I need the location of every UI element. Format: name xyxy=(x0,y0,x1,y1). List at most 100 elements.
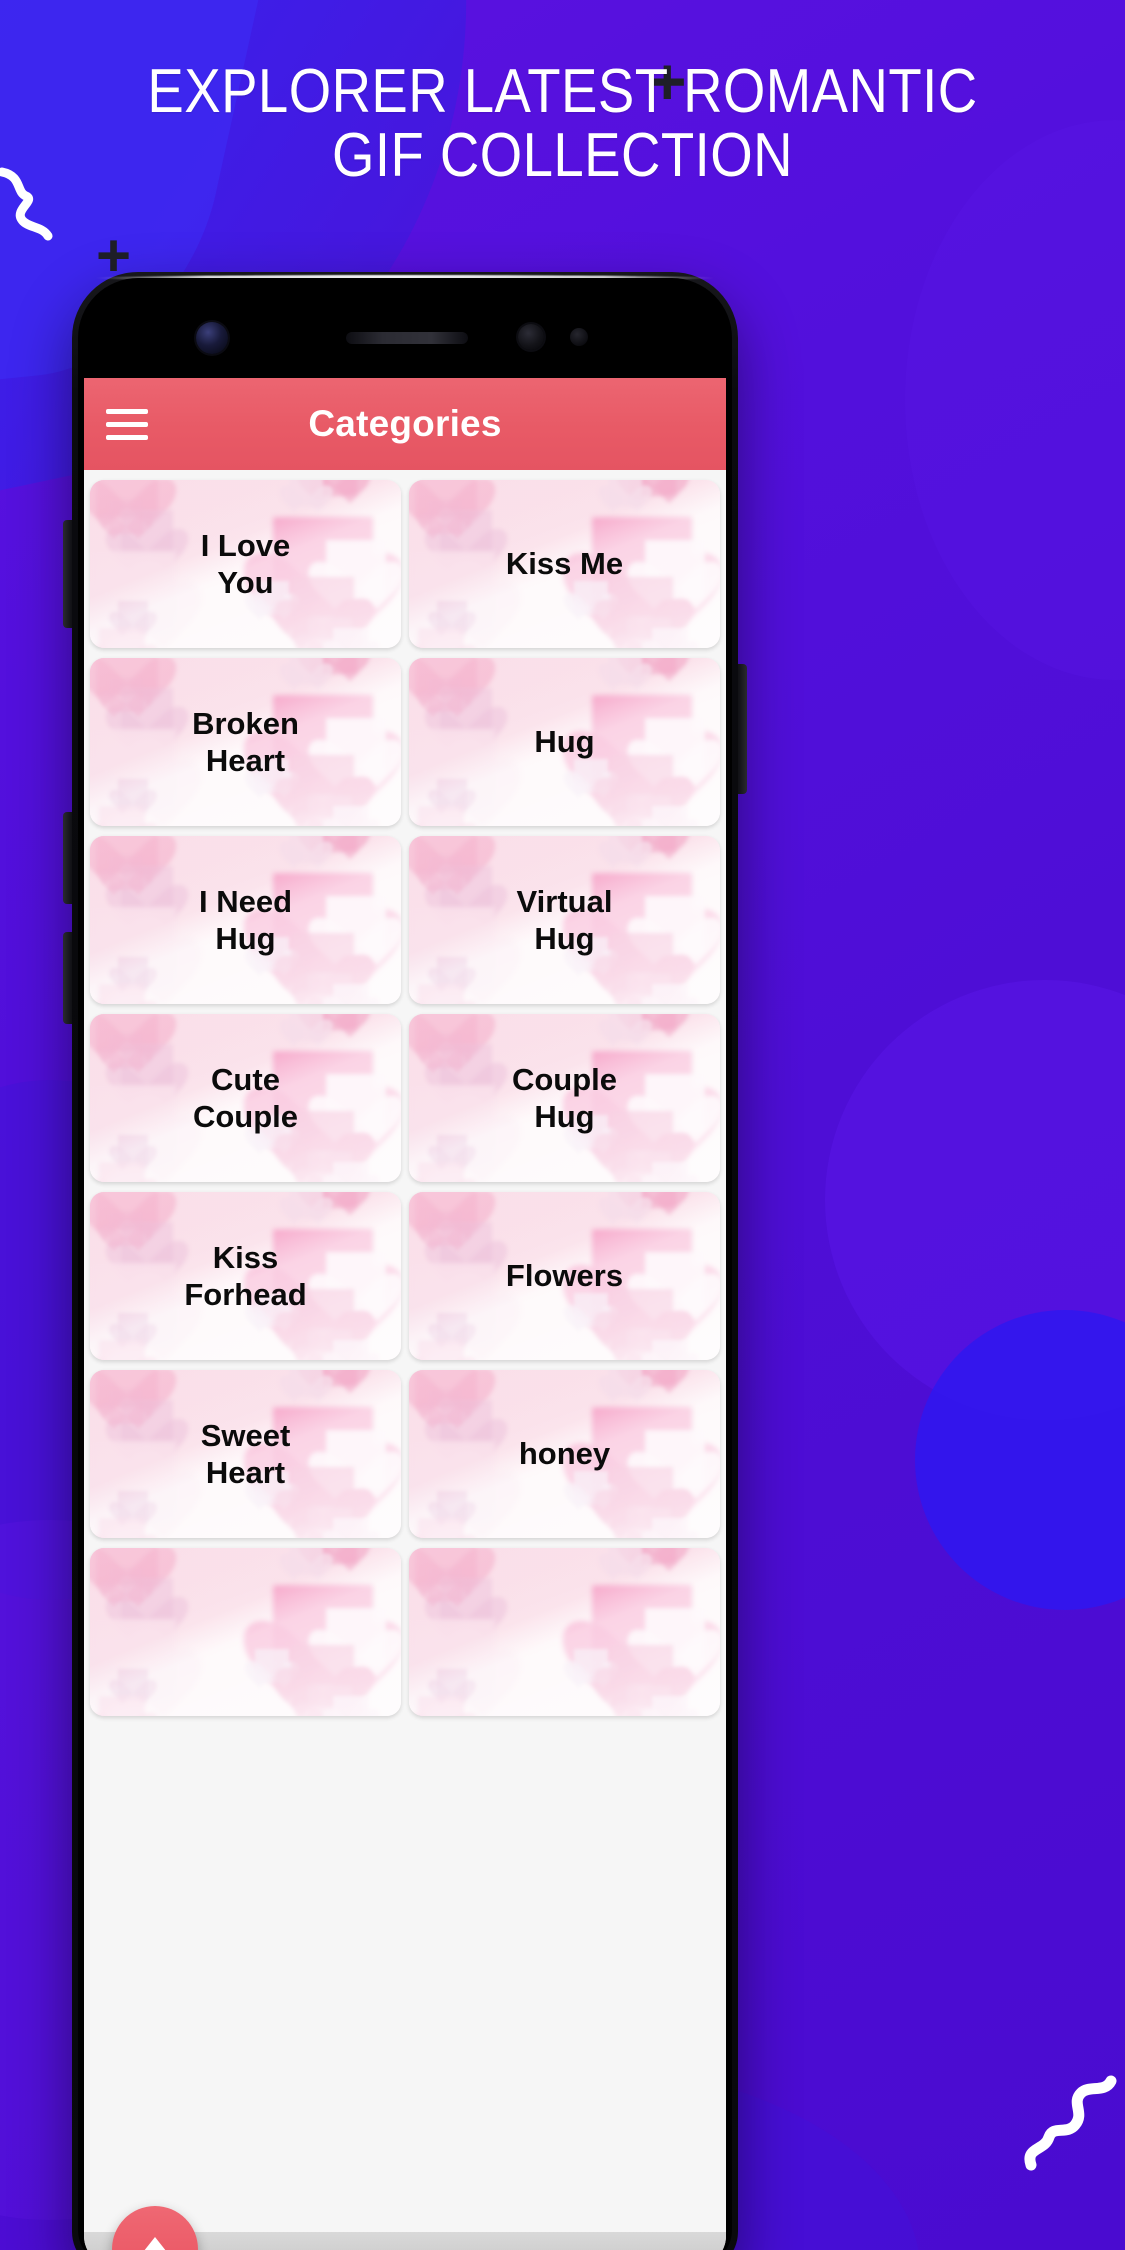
heart-icon xyxy=(307,1685,352,1716)
heart-icon xyxy=(289,1548,324,1576)
heart-icon xyxy=(611,577,674,640)
heart-icon xyxy=(608,1192,643,1220)
category-card[interactable] xyxy=(90,1548,401,1716)
heart-icon xyxy=(629,658,676,674)
category-card[interactable]: Cute Couple xyxy=(90,1014,401,1182)
app-screen: Categories I Love You Kiss Me Broken Heart… xyxy=(84,378,726,2250)
heart-icon xyxy=(310,480,357,496)
heart-icon xyxy=(121,1578,174,1631)
category-card[interactable]: I Love You xyxy=(90,480,401,648)
heart-icon xyxy=(436,778,467,809)
heart-icon xyxy=(108,1390,143,1425)
heart-icon xyxy=(611,1289,674,1352)
heart-icon xyxy=(108,1212,143,1247)
heart-icon xyxy=(289,1370,324,1398)
heart-icon xyxy=(117,956,148,987)
heart-icon xyxy=(292,1645,355,1708)
hamburger-menu-icon[interactable] xyxy=(106,408,148,440)
heart-icon xyxy=(651,1161,688,1182)
heart-icon xyxy=(573,758,608,793)
heart-icon xyxy=(436,1134,467,1165)
heart-icon xyxy=(440,1222,493,1275)
heart-icon xyxy=(90,906,176,993)
heart-icon xyxy=(409,728,495,815)
heart-icon xyxy=(117,1134,148,1165)
heart-icon xyxy=(99,805,146,826)
promo-headline: EXPLORER LATEST ROMANTIC GIF COLLECTION xyxy=(68,59,1058,189)
heart-icon xyxy=(645,896,706,957)
category-card[interactable]: Flowers xyxy=(409,1192,720,1360)
heart-icon xyxy=(427,500,462,535)
category-card[interactable] xyxy=(409,1548,720,1716)
heart-icon xyxy=(332,1339,369,1360)
heart-icon xyxy=(415,658,478,697)
category-card[interactable]: Broken Heart xyxy=(90,658,401,826)
heart-icon xyxy=(436,1668,467,1699)
heart-icon xyxy=(626,973,671,1004)
heart-icon xyxy=(629,1014,676,1030)
heart-icon xyxy=(117,1312,148,1343)
heart-icon xyxy=(326,718,387,779)
category-card[interactable]: Couple Hug xyxy=(409,1014,720,1182)
category-card[interactable]: Sweet Heart xyxy=(90,1370,401,1538)
heart-icon xyxy=(608,658,643,686)
phone-button-volume-down xyxy=(63,932,72,1024)
heart-icon xyxy=(626,795,671,826)
category-card[interactable]: I Need Hug xyxy=(90,836,401,1004)
category-card[interactable]: honey xyxy=(409,1370,720,1538)
heart-icon xyxy=(90,1440,176,1527)
heart-icon xyxy=(611,755,674,818)
heart-icon xyxy=(440,1400,493,1453)
heart-icon xyxy=(415,1192,478,1231)
heart-icon xyxy=(289,1192,324,1220)
heart-icon xyxy=(99,983,146,1004)
heart-icon xyxy=(409,1618,495,1705)
category-card[interactable]: Kiss Me xyxy=(409,480,720,648)
heart-icon xyxy=(629,836,676,852)
category-card-label: Flowers xyxy=(505,1258,624,1294)
scroll-to-top-fab[interactable] xyxy=(112,2206,198,2250)
heart-icon xyxy=(307,795,352,826)
heart-icon xyxy=(573,1292,608,1327)
iris-scanner-icon xyxy=(518,324,544,350)
heart-icon xyxy=(96,1370,159,1409)
heart-icon xyxy=(96,480,159,519)
phone-button-power xyxy=(738,664,747,794)
heart-icon xyxy=(418,983,465,1004)
heart-icon xyxy=(608,1014,643,1042)
heart-icon xyxy=(121,1222,174,1275)
heart-icon xyxy=(436,956,467,987)
heart-icon xyxy=(611,1645,674,1708)
category-card-label: I Need Hug xyxy=(198,883,293,956)
heart-icon xyxy=(326,540,387,601)
category-card-label: honey xyxy=(518,1436,611,1472)
heart-icon xyxy=(332,983,369,1004)
heart-icon xyxy=(651,983,688,1004)
heart-icon xyxy=(310,1014,357,1030)
heart-icon xyxy=(418,1339,465,1360)
heart-icon xyxy=(440,1044,493,1097)
heart-icon xyxy=(415,1370,478,1409)
heart-icon xyxy=(90,1084,176,1171)
category-card[interactable]: Kiss Forhead xyxy=(90,1192,401,1360)
proximity-sensor-icon xyxy=(570,328,588,346)
phone-button-bixby xyxy=(63,520,72,628)
heart-icon xyxy=(440,866,493,919)
category-card[interactable]: Virtual Hug xyxy=(409,836,720,1004)
heart-icon xyxy=(651,1339,688,1360)
squiggle-left-icon xyxy=(0,167,53,241)
heart-icon xyxy=(418,805,465,826)
heart-icon xyxy=(90,550,176,637)
heart-icon xyxy=(626,1329,671,1360)
heart-icon xyxy=(326,896,387,957)
heart-icon xyxy=(96,658,159,697)
heart-icon xyxy=(90,1618,176,1705)
heart-icon xyxy=(440,688,493,741)
heart-icon xyxy=(409,906,495,993)
heart-icon xyxy=(418,1695,465,1716)
heart-icon xyxy=(292,577,355,640)
heart-icon xyxy=(332,1695,369,1716)
category-card[interactable]: Hug xyxy=(409,658,720,826)
heart-icon xyxy=(629,480,676,496)
heart-icon xyxy=(415,836,478,875)
